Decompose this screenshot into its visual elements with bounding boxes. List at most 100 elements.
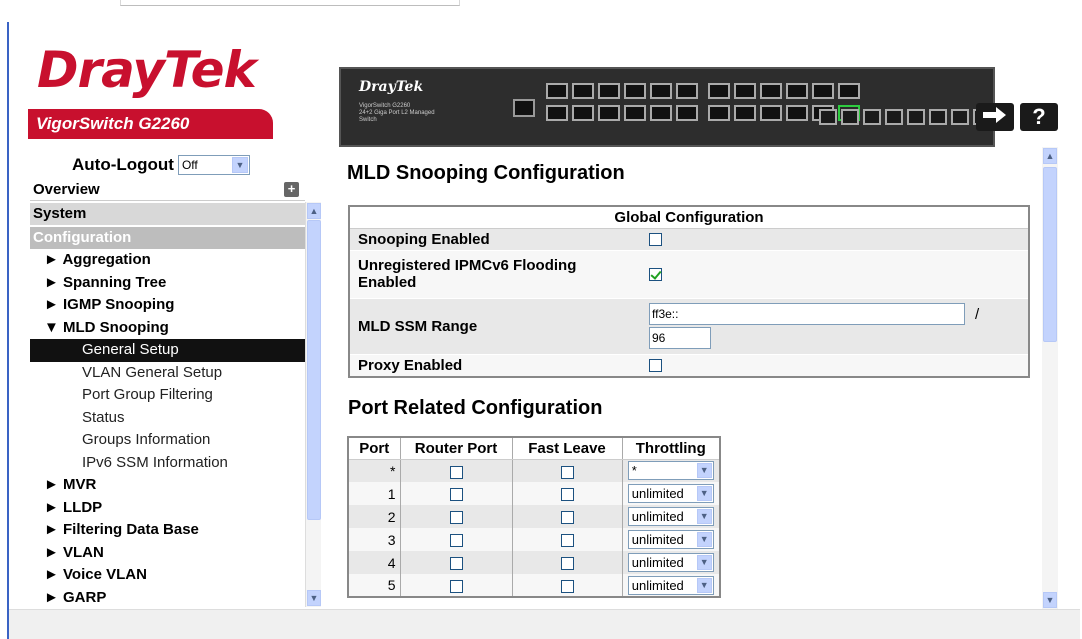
chevron-down-icon: ▼ — [696, 486, 712, 501]
sidebar-item-mvr[interactable]: ► MVR — [30, 474, 305, 497]
sfp-port-icon[interactable] — [885, 109, 903, 125]
router-port-checkbox[interactable] — [449, 511, 463, 525]
table-row: MLD SSM Range ff3e:: / 96 — [349, 298, 1029, 355]
port-icon[interactable] — [572, 83, 594, 99]
router-port-checkbox[interactable] — [449, 534, 463, 548]
scroll-down-icon[interactable]: ▼ — [1043, 592, 1057, 608]
table-row: 2 unlimited ▼ — [348, 505, 721, 528]
port-icon[interactable] — [650, 83, 672, 99]
sfp-port-icon[interactable] — [841, 109, 859, 125]
port-icon[interactable] — [838, 83, 860, 99]
port-icon[interactable] — [650, 105, 672, 121]
router-port-checkbox[interactable] — [449, 465, 463, 479]
port-icon[interactable] — [624, 105, 646, 121]
port-icon[interactable] — [760, 105, 782, 121]
auto-logout-select[interactable]: Off ▼ — [177, 155, 250, 175]
sidebar-item-system[interactable]: System — [30, 203, 305, 225]
port-icon[interactable] — [708, 83, 730, 99]
scroll-up-icon[interactable]: ▲ — [307, 203, 321, 219]
main-scrollbar[interactable]: ▲ ▼ — [1042, 147, 1058, 609]
page-title: MLD Snooping Configuration — [347, 162, 625, 184]
help-button[interactable]: ? — [1020, 103, 1058, 131]
port-icon[interactable] — [786, 105, 808, 121]
throttling-select[interactable]: unlimited ▼ — [627, 530, 714, 549]
sidebar-item-general-setup[interactable]: General Setup — [30, 339, 305, 362]
sfp-port-icon[interactable] — [929, 109, 947, 125]
fast-leave-checkbox[interactable] — [560, 557, 574, 571]
snooping-enabled-checkbox[interactable] — [649, 233, 662, 247]
sidebar-item-label: Overview — [33, 181, 100, 198]
scroll-up-icon[interactable]: ▲ — [1043, 148, 1057, 164]
ssm-separator: / — [975, 305, 980, 323]
fast-leave-checkbox[interactable] — [560, 488, 574, 502]
throttling-select[interactable]: unlimited ▼ — [627, 575, 714, 595]
table-row: * * ▼ — [348, 459, 721, 482]
sidebar-item-vlan[interactable]: ► VLAN — [30, 542, 305, 565]
sidebar-item-garp[interactable]: ► GARP — [30, 587, 305, 610]
scroll-thumb[interactable] — [1043, 167, 1057, 342]
sfp-port-icon[interactable] — [863, 109, 881, 125]
throttling-select[interactable]: unlimited ▼ — [627, 507, 714, 526]
fast-leave-checkbox[interactable] — [560, 465, 574, 479]
sidebar-item-status[interactable]: Status — [30, 407, 305, 430]
device-description: VigorSwitch G2260 24+2 Giga Port L2 Mana… — [359, 103, 449, 124]
device-front-panel: DrayTek VigorSwitch G2260 24+2 Giga Port… — [339, 67, 995, 147]
unregistered-flooding-label: Unregistered IPMCv6 Flooding Enabled — [349, 250, 641, 299]
sfp-port-icon[interactable] — [951, 109, 969, 125]
port-icon[interactable] — [676, 83, 698, 99]
port-icon[interactable] — [734, 83, 756, 99]
port-icon[interactable] — [598, 105, 620, 121]
logout-button[interactable] — [976, 103, 1014, 131]
fast-leave-checkbox[interactable] — [560, 579, 574, 593]
port-icon[interactable] — [598, 83, 620, 99]
col-fast-leave: Fast Leave — [512, 437, 623, 460]
fast-leave-checkbox[interactable] — [560, 534, 574, 548]
ssm-range-input[interactable]: ff3e:: — [649, 303, 965, 325]
scroll-thumb[interactable] — [307, 220, 321, 520]
port-number: 5 — [348, 574, 401, 597]
port-icon[interactable] — [676, 105, 698, 121]
sidebar-item-ipv6-ssm-information[interactable]: IPv6 SSM Information — [30, 452, 305, 475]
port-icon[interactable] — [546, 83, 568, 99]
port-icon[interactable] — [812, 83, 834, 99]
router-port-checkbox[interactable] — [449, 488, 463, 502]
throttling-value: unlimited — [631, 532, 684, 547]
port-icon[interactable] — [546, 105, 568, 121]
sidebar-item-vlan-general-setup[interactable]: VLAN General Setup — [30, 362, 305, 385]
port-number: 1 — [348, 482, 401, 505]
port-icon[interactable] — [572, 105, 594, 121]
sidebar-item-port-group-filtering[interactable]: Port Group Filtering — [30, 384, 305, 407]
sidebar-item-overview[interactable]: Overview + — [30, 179, 305, 201]
proxy-enabled-checkbox[interactable] — [649, 359, 662, 373]
port-icon[interactable] — [708, 105, 730, 121]
sidebar-scrollbar[interactable]: ▲ ▼ — [305, 202, 321, 607]
scroll-down-icon[interactable]: ▼ — [307, 590, 321, 606]
expand-plus-icon[interactable]: + — [284, 182, 299, 197]
sidebar-item-groups-information[interactable]: Groups Information — [30, 429, 305, 452]
port-icon[interactable] — [624, 83, 646, 99]
throttling-select[interactable]: unlimited ▼ — [627, 553, 714, 572]
sfp-port-icon[interactable] — [907, 109, 925, 125]
sidebar-item-filtering-data-base[interactable]: ► Filtering Data Base — [30, 519, 305, 542]
sidebar-item-mld-snooping[interactable]: ▼ MLD Snooping — [30, 317, 305, 340]
throttling-value: unlimited — [631, 577, 684, 593]
throttling-value: unlimited — [631, 509, 684, 524]
fast-leave-checkbox[interactable] — [560, 511, 574, 525]
port-icon[interactable] — [786, 83, 808, 99]
sidebar-item-igmp-snooping[interactable]: ► IGMP Snooping — [30, 294, 305, 317]
sidebar-item-lldp[interactable]: ► LLDP — [30, 497, 305, 520]
port-icon[interactable] — [734, 105, 756, 121]
sidebar-item-voice-vlan[interactable]: ► Voice VLAN — [30, 564, 305, 587]
router-port-checkbox[interactable] — [449, 579, 463, 593]
throttling-select[interactable]: * ▼ — [627, 461, 714, 481]
sidebar-item-configuration[interactable]: Configuration — [30, 227, 305, 249]
ssm-prefix-input[interactable]: 96 — [649, 327, 711, 349]
port-icon[interactable] — [760, 83, 782, 99]
throttling-select[interactable]: unlimited ▼ — [627, 484, 714, 503]
sfp-port-icon[interactable] — [819, 109, 837, 125]
router-port-checkbox[interactable] — [449, 557, 463, 571]
sidebar-item-aggregation[interactable]: ► Aggregation — [30, 249, 305, 272]
sidebar-item-spanning-tree[interactable]: ► Spanning Tree — [30, 272, 305, 295]
browser-tab-outline — [120, 0, 460, 6]
unregistered-flooding-checkbox[interactable] — [649, 268, 662, 282]
